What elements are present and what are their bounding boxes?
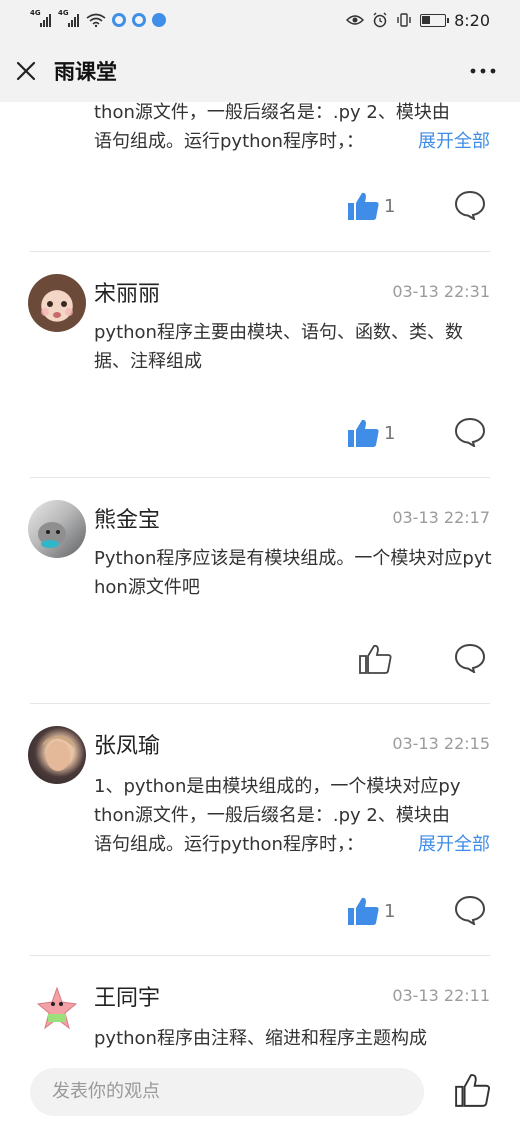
- wifi-icon: [86, 13, 106, 27]
- comment-text-line: thon源文件，一般后缀名是：.py 2、模块由: [94, 102, 450, 123]
- comment-time: 03-13 22:15: [392, 734, 490, 753]
- vibrate-icon: [397, 13, 411, 27]
- thumbs-up-icon[interactable]: [346, 418, 380, 448]
- author-name: 张凤瑜: [94, 734, 161, 759]
- avatar-cat: [38, 522, 66, 548]
- comment-item: 张凤瑜 03-13 22:15 1、python是由模块组成的，一个模块对应py…: [0, 704, 520, 956]
- status-left: 4G 4G: [30, 9, 166, 27]
- author-name: 宋丽丽: [94, 282, 161, 307]
- like-count: 1: [384, 423, 396, 444]
- app-notification-icon-2: [132, 13, 146, 27]
- avatar[interactable]: [28, 274, 86, 332]
- expand-all-link[interactable]: 展开全部: [418, 127, 490, 153]
- comment-time: 03-13 22:17: [392, 508, 490, 527]
- battery-icon: [420, 13, 450, 27]
- thumbs-up-icon[interactable]: [358, 644, 392, 674]
- comment-text-line: thon源文件，一般后缀名是：.py 2、模块由: [94, 805, 450, 826]
- comment-item: 熊金宝 03-13 22:17 Python程序应该是有模块组成。一个模块对应p…: [0, 478, 520, 704]
- like-count: 1: [384, 196, 396, 217]
- comment-input[interactable]: 发表你的观点: [30, 1068, 424, 1116]
- more-icon: [470, 68, 496, 74]
- comment-item: 宋丽丽 03-13 22:31 python程序主要由模块、语句、函数、类、数据…: [0, 252, 520, 478]
- avatar-face: [41, 301, 73, 318]
- status-bar: 4G 4G 8:20: [0, 0, 520, 40]
- more-button[interactable]: [468, 58, 498, 84]
- comment-text: Python程序应该是有模块组成。一个模块对应python源文件吧: [94, 548, 492, 598]
- comment-text-line: 语句组成。运行python程序时，：: [94, 834, 364, 855]
- eye-icon: [346, 15, 365, 25]
- thumbs-up-icon[interactable]: [346, 191, 380, 221]
- close-icon: [16, 61, 36, 81]
- author-name: 熊金宝: [94, 508, 161, 533]
- status-right: 8:20: [346, 11, 490, 30]
- close-button[interactable]: [0, 40, 54, 102]
- comment-text-line: 语句组成。运行python程序时，：: [94, 131, 364, 152]
- signal-icon: 4G: [30, 9, 52, 27]
- comment-text-line: 1、python是由模块组成的，一个模块对应py: [94, 776, 461, 797]
- avatar[interactable]: [28, 978, 86, 1036]
- comment-feed[interactable]: thon源文件，一般后缀名是：.py 2、模块由 语句组成。运行python程序…: [0, 102, 520, 1060]
- comment-item: thon源文件，一般后缀名是：.py 2、模块由 语句组成。运行python程序…: [0, 102, 520, 252]
- comment-bubble-icon[interactable]: [454, 643, 486, 673]
- signal-icon-2: 4G: [58, 9, 80, 27]
- comment-bubble-icon[interactable]: [454, 895, 486, 925]
- comment-text: python程序由注释、缩进和程序主题构成: [94, 1028, 427, 1049]
- avatar[interactable]: [28, 726, 86, 784]
- thumbs-up-icon[interactable]: [454, 1072, 490, 1108]
- comment-item: 王同宇 03-13 22:11 python程序由注释、缩进和程序主题构成: [0, 956, 520, 1060]
- expand-all-link[interactable]: 展开全部: [418, 830, 490, 856]
- page-title: 雨课堂: [54, 60, 117, 84]
- comment-text: python程序主要由模块、语句、函数、类、数据、注释组成: [94, 322, 463, 372]
- alarm-icon: [373, 12, 387, 28]
- bottom-bar: 发表你的观点: [0, 1060, 520, 1128]
- avatar-starfish: [36, 986, 78, 1030]
- comment-bubble-icon[interactable]: [454, 190, 486, 220]
- like-count: 1: [384, 901, 396, 922]
- avatar-person: [42, 736, 74, 771]
- avatar[interactable]: [28, 500, 86, 558]
- title-bar: 雨课堂: [0, 40, 520, 102]
- comment-time: 03-13 22:31: [392, 282, 490, 301]
- thumbs-up-icon[interactable]: [346, 896, 380, 926]
- app-notification-icon-3: [152, 13, 166, 27]
- comment-time: 03-13 22:11: [392, 986, 490, 1005]
- comment-bubble-icon[interactable]: [454, 417, 486, 447]
- status-time: 8:20: [454, 10, 490, 30]
- author-name: 王同宇: [94, 986, 161, 1011]
- app-notification-icon: [112, 13, 126, 27]
